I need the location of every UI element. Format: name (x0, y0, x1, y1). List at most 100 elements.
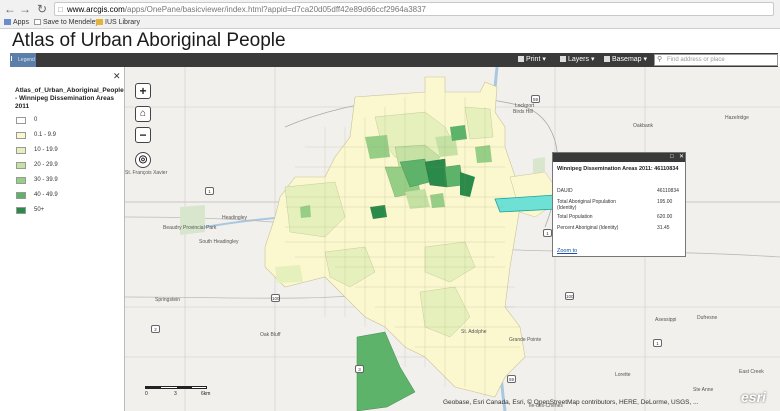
place-label: St. Adolphe (461, 329, 487, 335)
place-label: Lorette (615, 372, 631, 378)
legend-label: 10 - 19.9 (34, 147, 58, 153)
legend-toggle-label: Legend (18, 57, 35, 63)
legend-label: 40 - 49.9 (34, 192, 58, 198)
place-label: Asessippi (655, 317, 677, 323)
scale-label: 3 (174, 391, 177, 397)
place-label: Oakbank (633, 123, 654, 129)
url-bar[interactable]: □ www.arcgis.com/apps/OnePane/basicviewe… (54, 2, 774, 16)
legend-panel: ✕ Atlas_of_Urban_Aboriginal_People - Win… (10, 67, 125, 411)
highway-shield: 3 (355, 365, 364, 373)
legend-label: 0 (34, 117, 38, 123)
browser-chrome: ← → ↻ □ www.arcgis.com/apps/OnePane/basi… (0, 0, 780, 29)
bookmark-label: IUS Library (105, 19, 141, 26)
close-icon[interactable]: ✕ (113, 71, 121, 82)
zoom-in-button[interactable]: + (135, 83, 151, 99)
search-placeholder: Find address or place (667, 57, 725, 63)
attribute-name: Total Aboriginal Population (Identity) (557, 199, 616, 211)
highway-shield: 59 (531, 95, 540, 103)
legend-label: 50+ (34, 207, 45, 213)
layers-icon (560, 56, 566, 62)
legend-label: 20 - 29.9 (34, 162, 58, 168)
print-label: Print (526, 56, 541, 63)
bookmark-mendeley[interactable]: Save to Mendeley (34, 17, 99, 28)
layers-button[interactable]: Layers ▾ (560, 53, 594, 67)
legend-label: 0.1 - 9.9 (34, 132, 57, 138)
place-label: Dufresne (697, 315, 718, 321)
maximize-icon[interactable]: □ (670, 154, 674, 161)
back-arrow-icon[interactable]: ← (3, 2, 17, 16)
close-icon[interactable]: ✕ (679, 154, 684, 161)
scale-label: 6km (201, 391, 211, 397)
legend-swatch (16, 177, 26, 184)
feature-popup: □ ✕ Winnipeg Dissemination Areas 2011: 4… (552, 152, 686, 257)
place-label: Oak Bluff (260, 332, 281, 338)
scale-bar-graphic (145, 386, 207, 389)
app-toolbar: Legend Print ▾ Layers ▾ Basemap ▾ ⚲ Find … (10, 53, 778, 67)
basemap-icon (604, 56, 610, 62)
basemap-button[interactable]: Basemap ▾ (604, 53, 647, 67)
place-label: St. François Xavier (125, 170, 168, 176)
place-label: South Headingley (199, 239, 239, 245)
bookmark-ius-library[interactable]: IUS Library (96, 17, 140, 28)
search-icon: ⚲ (657, 56, 663, 63)
bookmark-label: Apps (13, 19, 29, 26)
attribute-value: 195.00 (657, 199, 673, 205)
legend-label: 30 - 39.9 (34, 177, 58, 183)
attribute-name: Total Population (557, 214, 593, 220)
bookmark-apps[interactable]: Apps (4, 17, 29, 28)
locate-icon[interactable]: ◎ (135, 152, 151, 168)
list-icon (11, 56, 17, 61)
folder-icon (96, 19, 103, 25)
page-title: Atlas of Urban Aboriginal People (12, 30, 286, 51)
map-view[interactable]: + ⌂ − ◎ Lockport Birds Hill Oakbank Haze… (125, 67, 780, 411)
url-path: /apps/OnePane/basicviewer/index.html?app… (124, 5, 426, 14)
attribute-value: 46110834 (657, 188, 679, 194)
scale-bar: 0 3 6km (145, 386, 211, 398)
highway-shield: 100 (271, 294, 280, 302)
place-label: Birds Hill (513, 109, 533, 115)
place-label: Springstein (155, 297, 181, 303)
place-label: Grande Pointe (509, 337, 542, 343)
legend-swatch (16, 162, 26, 169)
highway-shield: 59 (507, 375, 516, 383)
esri-logo: esri (741, 389, 766, 405)
highway-shield: 2 (151, 325, 160, 333)
highway-shield: 1 (653, 339, 662, 347)
zoom-to-link[interactable]: Zoom to (557, 248, 577, 254)
printer-icon (518, 56, 524, 62)
place-label: Hazelridge (725, 115, 749, 121)
url-domain: www.arcgis.com (67, 5, 125, 14)
legend-title: Atlas_of_Urban_Aboriginal_People - Winni… (15, 87, 124, 110)
forward-arrow-icon[interactable]: → (18, 2, 32, 16)
highway-shield: 1 (205, 187, 214, 195)
print-button[interactable]: Print ▾ (518, 53, 546, 67)
place-label: Headingley (222, 215, 248, 221)
legend-toggle-button[interactable]: Legend (10, 53, 36, 67)
page-icon (34, 19, 41, 25)
basemap-label: Basemap (612, 56, 642, 63)
page-icon: □ (58, 5, 63, 14)
attribute-value: 31.45 (657, 225, 670, 231)
map-attribution: Geobase, Esri Canada, Esri, © OpenStreet… (443, 399, 699, 406)
place-label: Ste Anne (693, 387, 714, 393)
zoom-out-button[interactable]: − (135, 127, 151, 143)
bookmark-label: Save to Mendeley (43, 19, 100, 26)
attribute-name: DAUID (557, 188, 573, 194)
highway-shield: 1 (543, 229, 552, 237)
attribute-value: 620.00 (657, 214, 673, 220)
place-label: Beaudry Provincial Park (163, 225, 217, 231)
popup-titlebar: □ ✕ (553, 153, 685, 162)
legend-swatch (16, 117, 26, 124)
legend-swatch (16, 132, 26, 139)
highway-shield: 100 (565, 292, 574, 300)
legend-swatch (16, 192, 26, 199)
scale-label: 0 (145, 391, 148, 397)
reload-icon[interactable]: ↻ (35, 2, 49, 16)
attribute-name: Percent Aboriginal (Identity) (557, 225, 619, 231)
home-icon[interactable]: ⌂ (135, 106, 151, 122)
legend-swatch (16, 147, 26, 154)
apps-grid-icon (4, 19, 11, 25)
search-input[interactable]: ⚲ Find address or place (654, 54, 778, 66)
layers-label: Layers (568, 56, 590, 63)
place-label: East Creek (739, 369, 764, 375)
